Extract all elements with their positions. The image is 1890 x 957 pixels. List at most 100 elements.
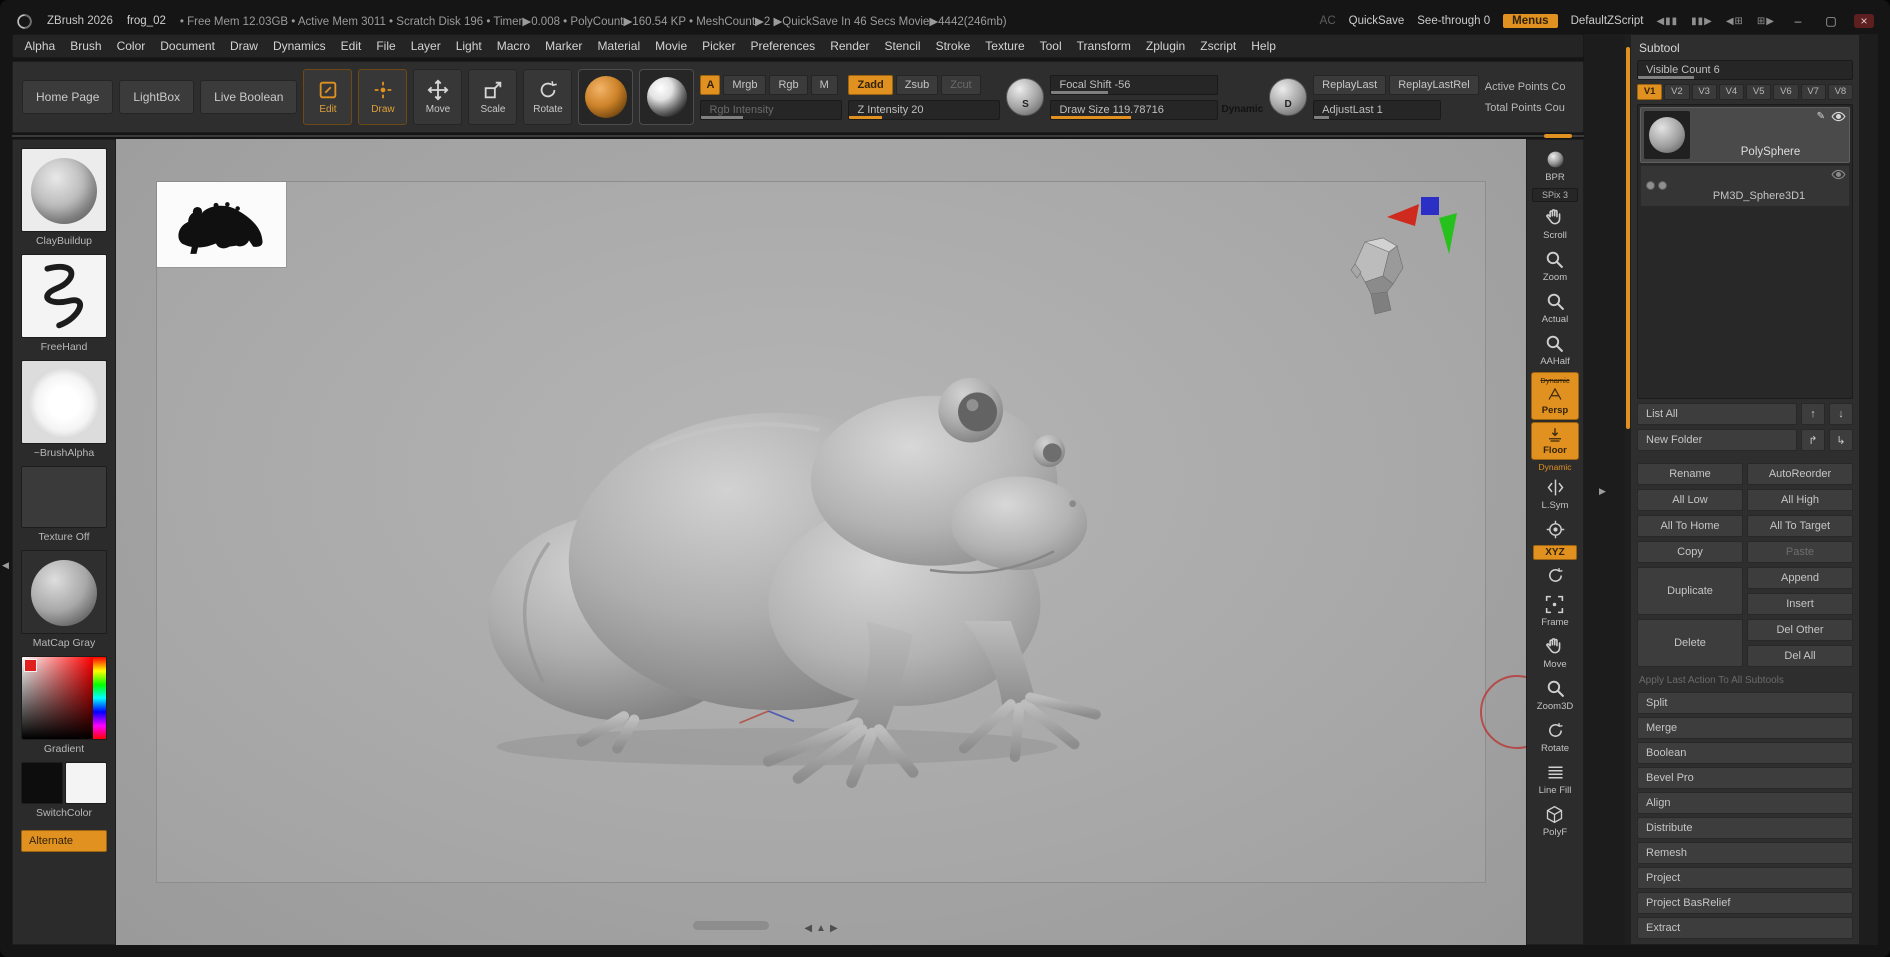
menu-item[interactable]: Dynamics (265, 36, 333, 56)
copy-button[interactable]: Copy (1637, 541, 1743, 563)
menu-item[interactable]: Tool (1032, 36, 1069, 56)
quicksave-button[interactable]: QuickSave (1349, 15, 1405, 27)
collapse-handle-icon[interactable]: ▶ (1599, 486, 1606, 497)
tray-scroll-right-icon[interactable]: ▮▮▶ (1691, 16, 1713, 27)
all-high-button[interactable]: All High (1747, 489, 1853, 511)
rotate-mode-button[interactable]: Rotate (523, 69, 572, 125)
panel-divider[interactable]: ▶ (1584, 34, 1624, 945)
actual-button[interactable]: Actual (1542, 288, 1568, 328)
subtool-action-button[interactable]: Project BasRelief (1637, 892, 1853, 914)
subtool-up-button[interactable]: ↑ (1801, 403, 1825, 425)
m-button[interactable]: M (811, 75, 838, 95)
duplicate-button[interactable]: Duplicate (1637, 567, 1743, 615)
pivot-button[interactable] (1545, 516, 1566, 543)
menu-item[interactable]: Help (1244, 36, 1284, 56)
paste-button[interactable]: Paste (1747, 541, 1853, 563)
subtool-action-button[interactable]: Remesh (1637, 842, 1853, 864)
z-intensity-slider[interactable]: Z Intensity 20 (848, 100, 1000, 120)
paint-icon[interactable]: ✎ (1817, 111, 1825, 122)
replay-last-rel-button[interactable]: ReplayLastRel (1389, 75, 1479, 95)
rotate-camera-button[interactable]: Rotate (1541, 717, 1569, 757)
menu-item[interactable]: Draw (222, 36, 265, 56)
scroll-button[interactable]: Scroll (1543, 204, 1567, 244)
adjust-last-slider[interactable]: AdjustLast 1 (1313, 100, 1441, 120)
focal-shift-slider[interactable]: Focal Shift -56 (1050, 75, 1218, 95)
symmetry-sphere-icon[interactable]: S (1006, 78, 1044, 116)
menu-item[interactable]: File (369, 36, 403, 56)
line-fill-button[interactable]: Line Fill (1539, 759, 1572, 799)
polyframe-button[interactable]: PolyF (1543, 801, 1567, 841)
subtool-action-button[interactable]: Distribute (1637, 817, 1853, 839)
subtool-action-button[interactable]: Split (1637, 692, 1853, 714)
list-all-button[interactable]: List All (1637, 403, 1797, 425)
delete-button[interactable]: Delete (1637, 619, 1743, 667)
alpha-selector[interactable] (21, 360, 107, 444)
subtool-down-button[interactable]: ↓ (1829, 403, 1853, 425)
move-mode-button[interactable]: Move (413, 69, 462, 125)
mrgb-button[interactable]: Mrgb (723, 75, 766, 95)
zoom-button[interactable]: Zoom (1543, 246, 1567, 286)
visibility-tab[interactable]: V3 (1692, 84, 1717, 100)
left-tray-handle-icon[interactable]: ◀ (2, 560, 9, 571)
autoreorder-button[interactable]: AutoReorder (1747, 463, 1853, 485)
panel-scrollbar-thumb[interactable] (1626, 47, 1630, 429)
lightbox-button[interactable]: LightBox (119, 80, 194, 114)
drop-in-folder-button[interactable]: ↳ (1829, 429, 1853, 451)
visibility-tab[interactable]: V5 (1746, 84, 1771, 100)
rgb-intensity-slider[interactable]: Rgb Intensity (700, 100, 842, 120)
nav-left-icon[interactable]: ◀ (804, 923, 812, 934)
material-selector[interactable] (21, 550, 107, 634)
menu-item[interactable]: Light (448, 36, 489, 56)
visibility-tab[interactable]: V8 (1828, 84, 1853, 100)
eye-icon[interactable] (1831, 111, 1846, 122)
edit-mode-button[interactable]: Edit (303, 69, 352, 125)
subtool-action-button[interactable]: Boolean (1637, 742, 1853, 764)
menu-item[interactable]: Color (109, 36, 153, 56)
brush-selector[interactable] (21, 148, 107, 232)
subtool-action-button[interactable]: Extract (1637, 917, 1853, 939)
menu-item[interactable]: Render (823, 36, 877, 56)
default-zscript-button[interactable]: DefaultZScript (1571, 15, 1644, 27)
bpr-button[interactable]: BPR (1545, 146, 1566, 186)
zoom3d-button[interactable]: Zoom3D (1537, 675, 1573, 715)
aahalf-button[interactable]: AAHalf (1540, 330, 1570, 370)
alternate-button[interactable]: Alternate (21, 830, 107, 852)
del-all-button[interactable]: Del All (1747, 645, 1853, 667)
menu-item[interactable]: Preferences (743, 36, 823, 56)
radial-symmetry-button[interactable] (1545, 562, 1566, 589)
horizontal-scrollbar[interactable] (693, 921, 769, 930)
rgb-button[interactable]: Rgb (769, 75, 807, 95)
menu-item[interactable]: Movie (648, 36, 695, 56)
new-folder-button[interactable]: New Folder (1637, 429, 1797, 451)
home-page-button[interactable]: Home Page (22, 80, 113, 114)
current-brush-preview[interactable] (578, 69, 633, 125)
visibility-tab[interactable]: V4 (1719, 84, 1744, 100)
all-low-button[interactable]: All Low (1637, 489, 1743, 511)
frame-button[interactable]: Frame (1541, 591, 1568, 631)
replay-last-button[interactable]: ReplayLast (1313, 75, 1386, 95)
texture-selector[interactable] (21, 466, 107, 528)
reference-image-thumbnail[interactable] (157, 182, 287, 268)
menus-button[interactable]: Menus (1503, 14, 1557, 28)
scale-mode-button[interactable]: Scale (468, 69, 517, 125)
floor-button[interactable]: Floor (1531, 422, 1579, 460)
see-through-slider[interactable]: See-through 0 (1417, 15, 1490, 27)
color-picker[interactable] (21, 656, 107, 740)
menu-item[interactable]: Macro (489, 36, 537, 56)
live-boolean-button[interactable]: Live Boolean (200, 80, 297, 114)
visibility-tab[interactable]: V7 (1801, 84, 1826, 100)
menu-item[interactable]: Texture (978, 36, 1032, 56)
sculpt-canvas[interactable] (156, 181, 1486, 883)
dock-left-icon[interactable]: ◀⊞ (1726, 16, 1744, 27)
local-symmetry-button[interactable]: L.Sym (1542, 474, 1569, 514)
canvas-nav-arrows[interactable]: ◀ ▲ ▶ (804, 923, 837, 934)
persp-button[interactable]: Dynamic Persp (1531, 372, 1579, 420)
del-other-button[interactable]: Del Other (1747, 619, 1853, 641)
nav-up-icon[interactable]: ▲ (816, 923, 826, 934)
subtool-action-button[interactable]: Bevel Pro (1637, 767, 1853, 789)
a-toggle-button[interactable]: A (700, 75, 720, 95)
menu-item[interactable]: Marker (538, 36, 590, 56)
current-gradient-preview[interactable] (639, 69, 694, 125)
subtool-row-selected[interactable]: ✎ PolySphere (1640, 107, 1850, 163)
menu-item[interactable]: Material (590, 36, 648, 56)
